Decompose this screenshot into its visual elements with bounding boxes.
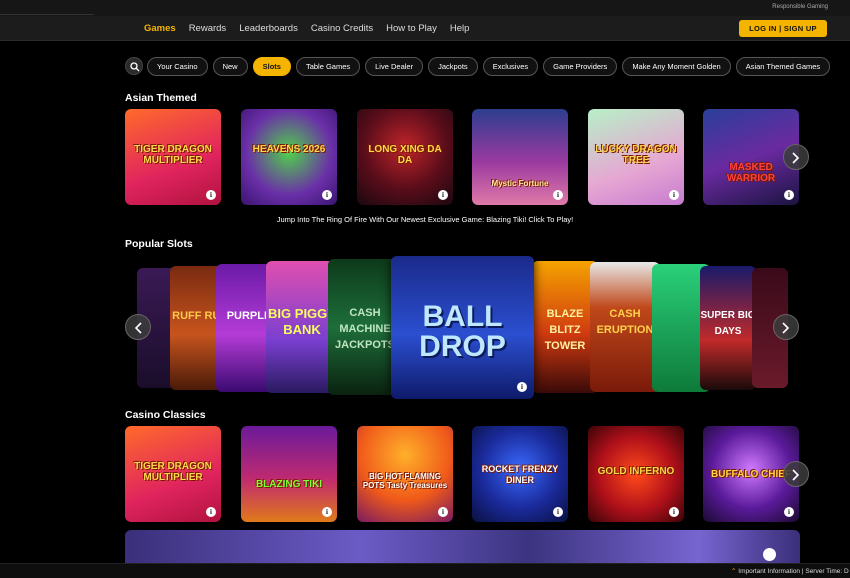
- nav-casino-credits[interactable]: Casino Credits: [311, 23, 373, 34]
- promo-link[interactable]: Jump Into The Ring Of Fire With Our Newe…: [0, 215, 850, 224]
- asian-themed-next-button[interactable]: [783, 144, 809, 170]
- section-title-asian-themed: Asian Themed: [125, 92, 197, 104]
- nav-rewards[interactable]: Rewards: [189, 23, 227, 34]
- info-icon[interactable]: i: [784, 507, 794, 517]
- caret-up-icon: ⌃: [731, 568, 737, 575]
- game-title: BLAZE BLITZ TOWER: [544, 307, 586, 352]
- chevron-right-icon: [792, 469, 800, 481]
- game-tile[interactable]: HEAVENS 2026 i: [241, 109, 337, 205]
- game-title: HEAVENS 2026: [252, 143, 326, 155]
- game-tile[interactable]: LONG XING DA DA i: [357, 109, 453, 205]
- info-icon[interactable]: i: [438, 190, 448, 200]
- game-title: LONG XING DA DA: [368, 143, 442, 166]
- important-information[interactable]: ⌃ Important Information | Server Time: D: [731, 567, 849, 575]
- filter-make-any-moment-golden[interactable]: Make Any Moment Golden: [622, 57, 731, 76]
- section-title-casino-classics: Casino Classics: [125, 409, 206, 421]
- filter-exclusives[interactable]: Exclusives: [482, 57, 539, 76]
- responsible-gaming-link[interactable]: Responsible Gaming: [772, 4, 828, 10]
- filter-live-dealer[interactable]: Live Dealer: [365, 57, 424, 76]
- game-tile[interactable]: GOLD INFERNO i: [588, 426, 684, 522]
- footer-bar: ⌃ Important Information | Server Time: D: [0, 563, 850, 578]
- game-tile[interactable]: BIG HOT FLAMING POTS Tasty Treasures i: [357, 426, 453, 522]
- filter-asian-themed-games[interactable]: Asian Themed Games: [735, 57, 831, 76]
- info-icon[interactable]: i: [669, 190, 679, 200]
- game-title: TIGER DRAGON MULTIPLIER: [134, 143, 212, 166]
- game-card[interactable]: BLAZE BLITZ TOWER: [532, 261, 598, 393]
- game-title: Mystic Fortune: [491, 179, 549, 189]
- main-header: Games Rewards Leaderboards Casino Credit…: [0, 16, 850, 41]
- filter-your-casino[interactable]: Your Casino: [147, 57, 208, 76]
- main-nav: Games Rewards Leaderboards Casino Credit…: [144, 23, 469, 34]
- popular-slots-next-button[interactable]: [773, 314, 799, 340]
- info-icon[interactable]: i: [553, 507, 563, 517]
- info-icon[interactable]: i: [517, 382, 527, 392]
- game-title: ROCKET FRENZY DINER: [481, 464, 559, 486]
- game-tile[interactable]: TIGER DRAGON MULTIPLIER i: [125, 109, 221, 205]
- login-signup-button[interactable]: LOG IN | SIGN UP: [739, 20, 827, 37]
- top-divider: [0, 14, 94, 15]
- info-icon[interactable]: i: [322, 507, 332, 517]
- important-information-label: Important Information: [738, 568, 801, 575]
- featured-game-card[interactable]: BALL DROP i: [391, 256, 534, 399]
- info-icon[interactable]: i: [206, 190, 216, 200]
- game-card[interactable]: SUPER BIG DAYS: [700, 266, 756, 390]
- info-icon[interactable]: i: [669, 507, 679, 517]
- game-title: LUCKY DRAGON TREE: [595, 143, 677, 166]
- game-tile[interactable]: ROCKET FRENZY DINER i: [472, 426, 568, 522]
- game-title: BUFFALO CHIEF: [711, 469, 791, 481]
- game-card[interactable]: CASH ERUPTION: [590, 262, 660, 392]
- nav-how-to-play[interactable]: How to Play: [386, 23, 437, 34]
- game-title: BLAZING TIKI: [255, 478, 323, 490]
- game-title: TIGER DRAGON MULTIPLIER: [134, 460, 212, 483]
- category-filters: Your Casino New Slots Table Games Live D…: [125, 57, 850, 77]
- game-title: MASKED WARRIOR: [726, 161, 776, 184]
- game-title: SUPER BIG DAYS: [700, 310, 756, 338]
- search-icon: [130, 62, 140, 72]
- nav-help[interactable]: Help: [450, 23, 470, 34]
- mute-icon[interactable]: [763, 548, 776, 561]
- game-title: CASH ERUPTION: [596, 308, 654, 337]
- chevron-right-icon: [792, 152, 800, 164]
- info-icon[interactable]: i: [438, 507, 448, 517]
- filter-jackpots[interactable]: Jackpots: [428, 57, 478, 76]
- game-title: GOLD INFERNO: [597, 466, 675, 478]
- search-button[interactable]: [125, 57, 143, 75]
- filter-new[interactable]: New: [212, 57, 248, 76]
- info-icon[interactable]: i: [553, 190, 563, 200]
- game-title: BIG HOT FLAMING POTS Tasty Treasures: [362, 472, 448, 491]
- game-tile[interactable]: LUCKY DRAGON TREE i: [588, 109, 684, 205]
- filter-slots[interactable]: Slots: [252, 57, 291, 76]
- game-tile[interactable]: Mystic Fortune i: [472, 109, 568, 205]
- section-title-popular-slots: Popular Slots: [125, 238, 193, 250]
- chevron-left-icon: [134, 322, 142, 334]
- chevron-right-icon: [782, 322, 790, 334]
- server-time: | Server Time: D: [801, 568, 849, 575]
- nav-games[interactable]: Games: [144, 23, 176, 34]
- featured-game-title: BALL DROP: [419, 299, 506, 363]
- top-strip: Responsible Gaming: [0, 0, 850, 16]
- info-icon[interactable]: i: [322, 190, 332, 200]
- filter-game-providers[interactable]: Game Providers: [543, 57, 618, 76]
- info-icon[interactable]: i: [784, 190, 794, 200]
- info-icon[interactable]: i: [206, 507, 216, 517]
- casino-classics-next-button[interactable]: [783, 461, 809, 487]
- popular-slots-prev-button[interactable]: [125, 314, 151, 340]
- nav-leaderboards[interactable]: Leaderboards: [239, 23, 298, 34]
- game-tile[interactable]: TIGER DRAGON MULTIPLIER i: [125, 426, 221, 522]
- filter-table-games[interactable]: Table Games: [295, 57, 361, 76]
- game-tile[interactable]: BLAZING TIKI i: [241, 426, 337, 522]
